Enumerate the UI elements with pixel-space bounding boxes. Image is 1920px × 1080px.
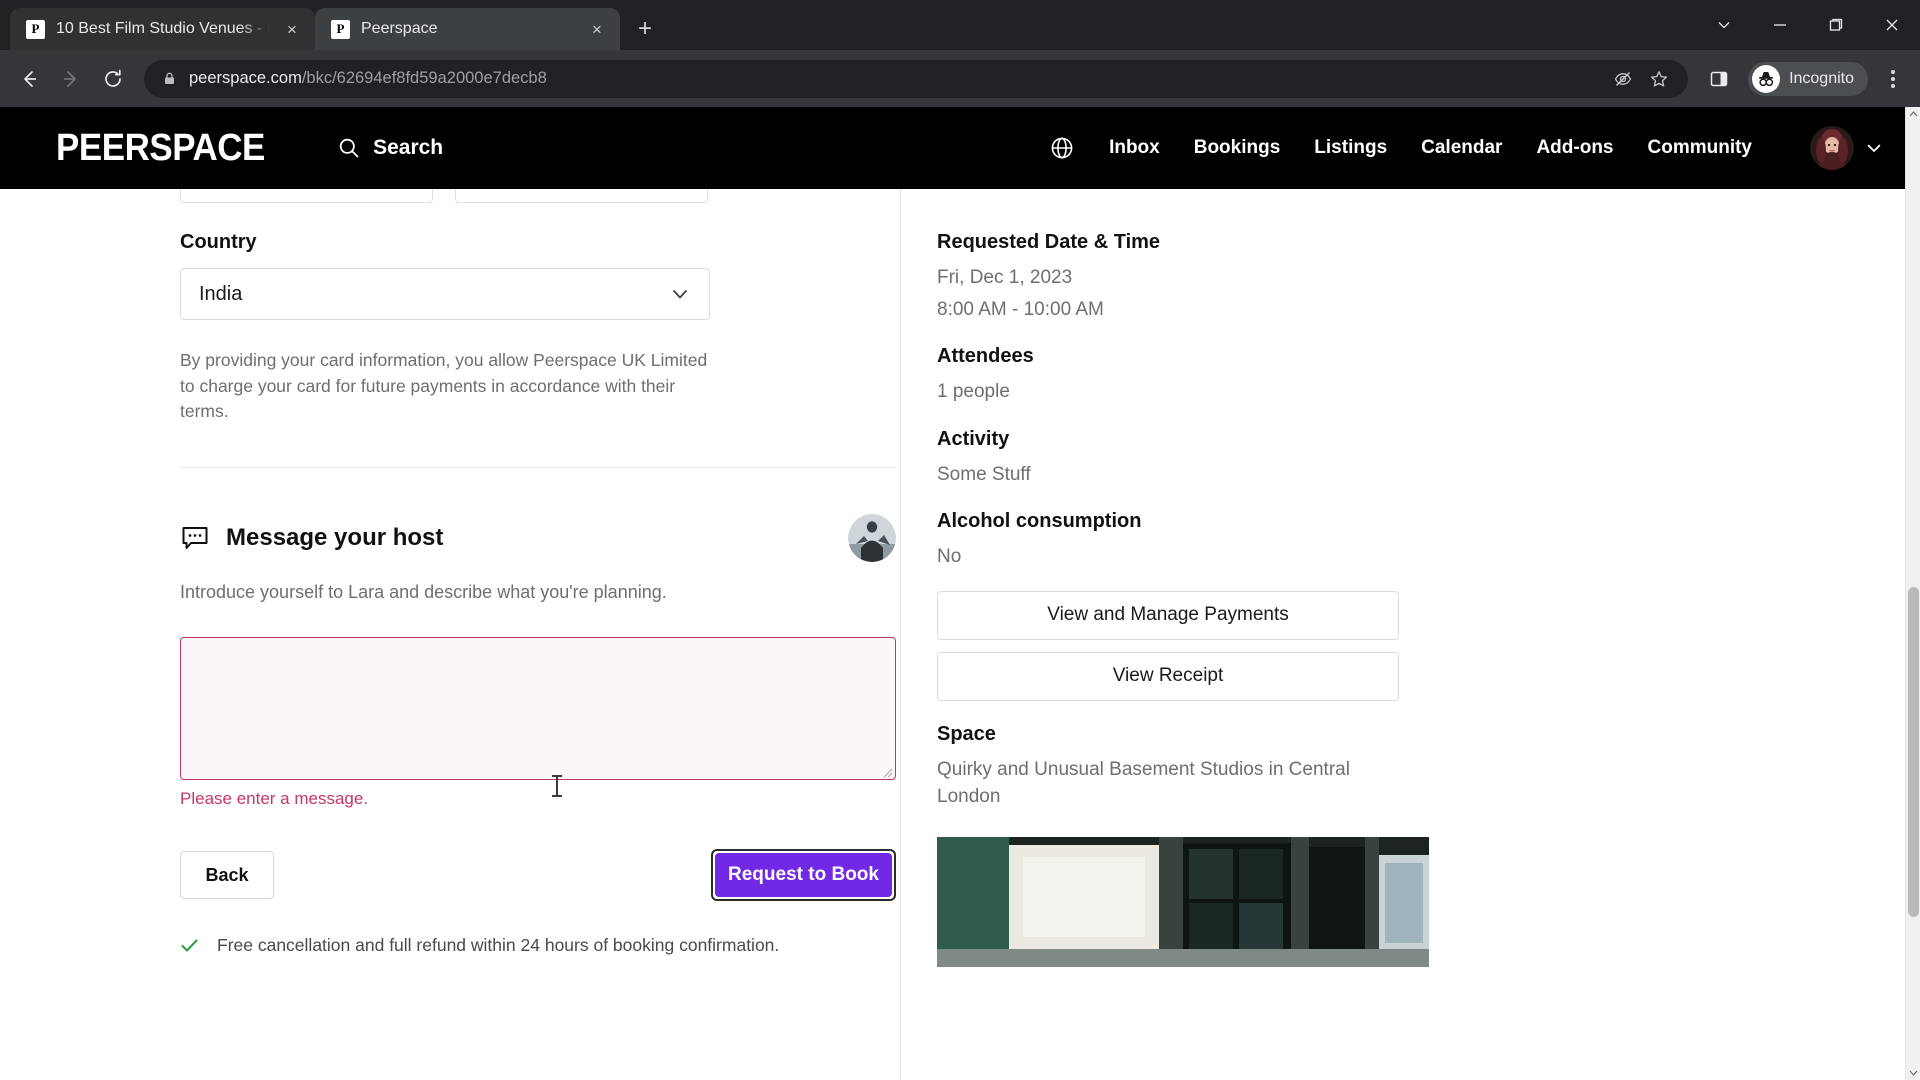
- chat-bubble-icon: [180, 523, 210, 553]
- booking-summary-column: Requested Date & Time Fri, Dec 1, 2023 8…: [900, 189, 1920, 1080]
- summary-top-spacer: [937, 189, 1409, 207]
- tab-favicon-icon: P: [26, 19, 45, 39]
- chevron-down-icon: [669, 283, 691, 305]
- profile-label: Incognito: [1789, 69, 1854, 87]
- user-menu-button[interactable]: [1810, 126, 1884, 170]
- summary-heading-activity: Activity: [937, 427, 1010, 450]
- page-scrollbar[interactable]: [1905, 107, 1920, 1080]
- message-host-title-group: Message your host: [180, 523, 443, 553]
- browser-window: P 10 Best Film Studio Venues - Lon × P P…: [0, 0, 1920, 1080]
- side-panel-icon[interactable]: [1700, 60, 1738, 98]
- url-domain: peerspace.com: [189, 69, 302, 87]
- message-host-title: Message your host: [226, 524, 444, 552]
- request-to-book-focus-ring: Request to Book: [711, 849, 896, 902]
- summary-value-date: Fri, Dec 1, 2023: [937, 267, 1073, 288]
- page-viewport: PEERSPACE Search Inbox Bookings Listings…: [0, 107, 1920, 1080]
- view-receipt-button[interactable]: View Receipt: [937, 651, 1399, 701]
- scroll-down-arrow-icon[interactable]: [1906, 1065, 1920, 1080]
- tab-search-chevron-icon[interactable]: [1696, 0, 1752, 50]
- back-button[interactable]: Back: [180, 851, 274, 900]
- address-bar[interactable]: peerspace.com/bkc/62694ef8fd59a2000e7dec…: [144, 59, 1689, 98]
- forward-arrow-icon[interactable]: [52, 60, 90, 98]
- view-manage-payments-button[interactable]: View and Manage Payments: [937, 590, 1399, 640]
- page-content: Country India By providing your card inf…: [0, 189, 1920, 1080]
- site-header: PEERSPACE Search Inbox Bookings Listings…: [0, 107, 1920, 189]
- form-button-row: Back Request to Book: [180, 849, 896, 902]
- url-path: /bkc/62694ef8fd59a2000e7decb8: [301, 69, 547, 87]
- text-cursor: [552, 775, 562, 797]
- incognito-avatar-icon: [1752, 64, 1781, 93]
- nav-item-calendar[interactable]: Calendar: [1421, 137, 1502, 159]
- request-to-book-button[interactable]: Request to Book: [715, 853, 892, 898]
- country-select[interactable]: India: [180, 268, 710, 320]
- summary-value-activity: Some Stuff: [937, 463, 1031, 485]
- avatar: [1810, 126, 1854, 170]
- chevron-down-icon: [1864, 138, 1884, 158]
- country-label: Country: [180, 231, 257, 253]
- lock-icon: [162, 71, 177, 86]
- address-bar-url: peerspace.com/bkc/62694ef8fd59a2000e7dec…: [189, 69, 547, 88]
- cancellation-note: Free cancellation and full refund within…: [180, 935, 940, 956]
- browser-tab-strip: P 10 Best Film Studio Venues - Lon × P P…: [0, 0, 1920, 50]
- nav-item-inbox[interactable]: Inbox: [1109, 137, 1160, 159]
- nav-item-community[interactable]: Community: [1648, 137, 1753, 159]
- tab-title: 10 Best Film Studio Venues - Lon: [56, 20, 270, 37]
- globe-icon[interactable]: [1049, 135, 1075, 161]
- check-icon: [180, 936, 199, 955]
- omnibox-actions: [1606, 62, 1676, 96]
- country-select-value: India: [199, 282, 243, 305]
- summary-heading-date: Requested Date & Time: [937, 231, 1161, 253]
- browser-toolbar: peerspace.com/bkc/62694ef8fd59a2000e7dec…: [0, 50, 1920, 107]
- card-disclaimer-text: By providing your card information, you …: [180, 350, 708, 422]
- booking-summary-inner: Requested Date & Time Fri, Dec 1, 2023 8…: [937, 189, 1435, 967]
- nav-item-addons[interactable]: Add-ons: [1536, 137, 1613, 159]
- summary-value-time: 8:00 AM - 10:00 AM: [937, 298, 1104, 320]
- cutoff-field-left[interactable]: [180, 189, 433, 203]
- cutoff-fields-row: [180, 189, 864, 203]
- kebab-menu-icon[interactable]: [1876, 60, 1910, 98]
- scroll-up-arrow-icon[interactable]: [1906, 107, 1920, 122]
- header-search-button[interactable]: Search: [337, 136, 443, 160]
- cutoff-field-right[interactable]: [455, 189, 708, 203]
- profile-incognito-button[interactable]: Incognito: [1748, 61, 1868, 96]
- header-search-label: Search: [373, 136, 444, 159]
- new-tab-button[interactable]: +: [628, 12, 662, 46]
- message-error-text: Please enter a message.: [180, 789, 369, 809]
- host-avatar: [848, 514, 896, 563]
- star-icon[interactable]: [1642, 62, 1676, 96]
- tab-title: Peerspace: [361, 20, 438, 37]
- tab-close-icon[interactable]: ×: [586, 18, 608, 40]
- section-divider: [180, 467, 896, 469]
- message-host-header: Message your host: [180, 514, 896, 563]
- eye-crossed-icon[interactable]: [1606, 62, 1640, 96]
- peerspace-logo[interactable]: PEERSPACE: [56, 127, 265, 170]
- browser-tab-1[interactable]: P 10 Best Film Studio Venues - Lon ×: [10, 8, 315, 50]
- window-close-button[interactable]: [1864, 0, 1920, 50]
- window-minimize-button[interactable]: [1752, 0, 1808, 50]
- window-maximize-button[interactable]: [1808, 0, 1864, 50]
- tab-close-icon[interactable]: ×: [281, 18, 303, 40]
- message-host-subtitle: Introduce yourself to Lara and describe …: [180, 582, 667, 603]
- space-photo[interactable]: [937, 836, 1429, 967]
- resize-grip-icon[interactable]: [881, 765, 893, 778]
- summary-value-space: Quirky and Unusual Basement Studios in C…: [937, 758, 1350, 808]
- header-nav: Inbox Bookings Listings Calendar Add-ons…: [1049, 126, 1884, 170]
- summary-heading-alcohol: Alcohol consumption: [937, 510, 1142, 533]
- message-textarea[interactable]: [180, 637, 896, 781]
- browser-tab-2[interactable]: P Peerspace ×: [315, 8, 620, 50]
- nav-item-listings[interactable]: Listings: [1314, 137, 1387, 159]
- cancellation-note-text: Free cancellation and full refund within…: [217, 935, 780, 956]
- nav-item-bookings[interactable]: Bookings: [1194, 137, 1281, 159]
- back-arrow-icon[interactable]: [10, 60, 48, 98]
- tab-favicon-icon: P: [331, 19, 350, 39]
- reload-icon[interactable]: [94, 60, 132, 98]
- summary-value-alcohol: No: [937, 546, 962, 568]
- summary-heading-space: Space: [937, 722, 996, 745]
- summary-heading-attendees: Attendees: [937, 345, 1034, 368]
- summary-value-attendees: 1 people: [937, 381, 1010, 403]
- search-icon: [337, 136, 361, 160]
- booking-form-column: Country India By providing your card inf…: [0, 189, 900, 1080]
- page-scrollbar-thumb[interactable]: [1908, 587, 1919, 917]
- window-controls: [1696, 0, 1920, 50]
